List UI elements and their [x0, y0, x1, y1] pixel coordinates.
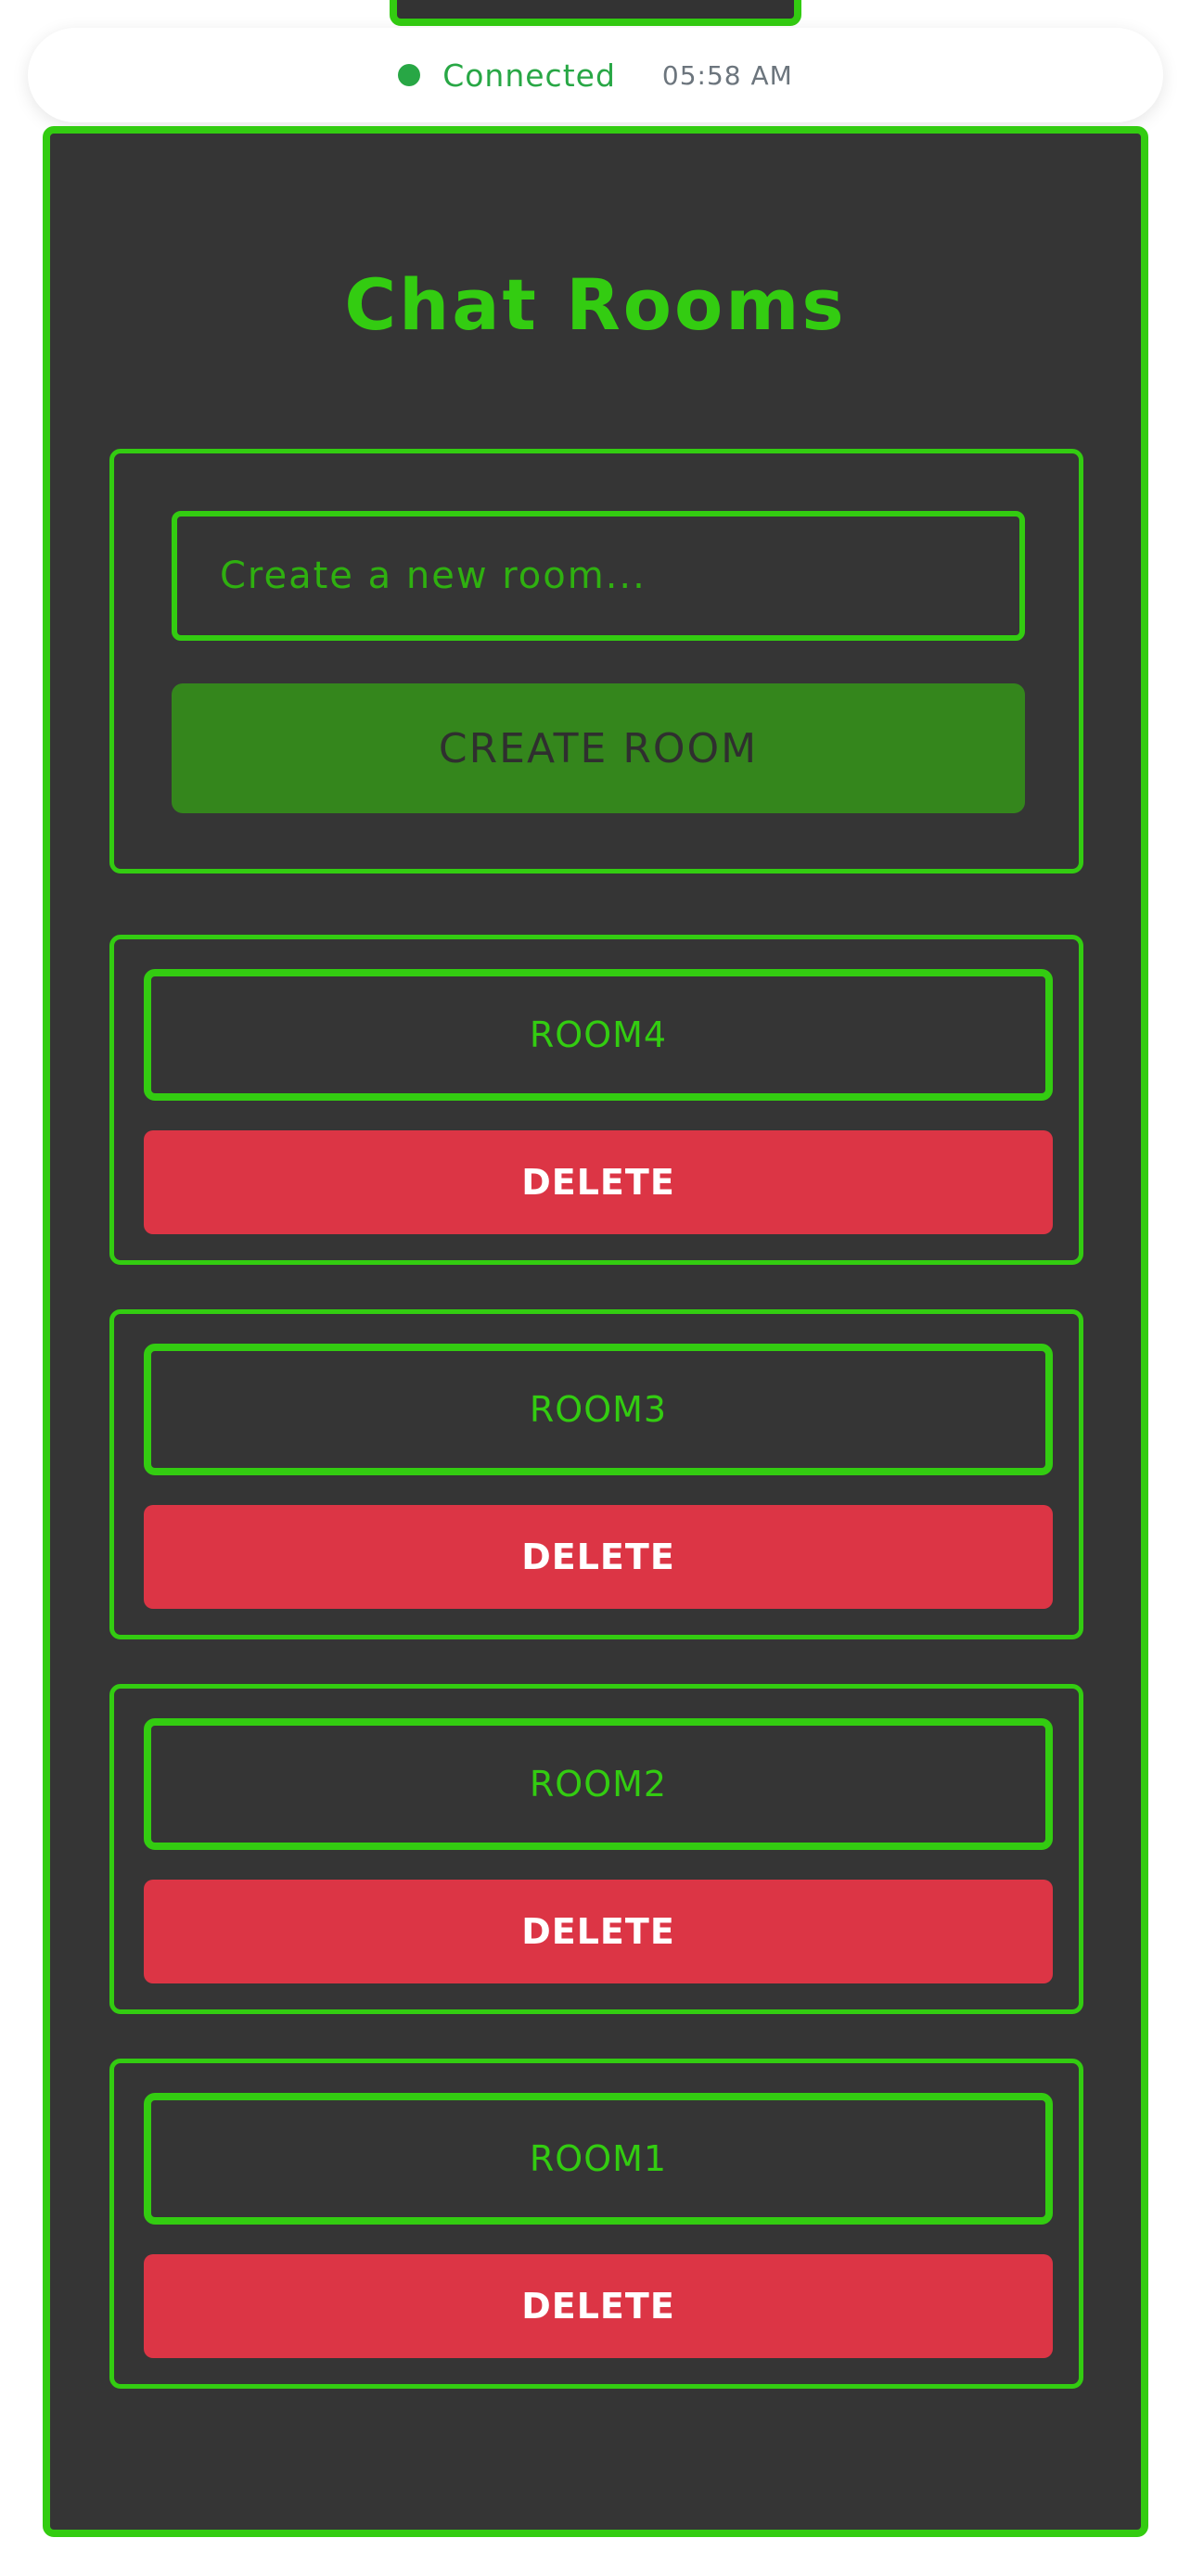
- page-title: Chat Rooms: [344, 263, 847, 346]
- delete-room-button[interactable]: DELETE: [144, 1880, 1053, 1983]
- delete-room-button[interactable]: DELETE: [144, 1505, 1053, 1609]
- create-room-button[interactable]: CREATE ROOM: [172, 683, 1025, 813]
- status-dot-icon: [398, 64, 421, 86]
- chat-rooms-panel: Chat Rooms CREATE ROOM ROOM4 DELETE ROOM…: [43, 126, 1148, 2537]
- room-name-button[interactable]: ROOM1: [144, 2093, 1053, 2225]
- top-tab-decoration: [390, 0, 801, 26]
- room-card: ROOM1 DELETE: [109, 2059, 1083, 2389]
- room-name-button[interactable]: ROOM2: [144, 1718, 1053, 1850]
- room-name-button[interactable]: ROOM4: [144, 969, 1053, 1101]
- create-room-card: CREATE ROOM: [109, 449, 1083, 874]
- room-card: ROOM2 DELETE: [109, 1684, 1083, 2014]
- delete-room-button[interactable]: DELETE: [144, 1130, 1053, 1234]
- delete-room-button[interactable]: DELETE: [144, 2254, 1053, 2358]
- room-card: ROOM3 DELETE: [109, 1309, 1083, 1639]
- connection-status-bar: Connected 05:58 AM: [28, 28, 1163, 122]
- status-time: 05:58 AM: [661, 59, 793, 91]
- room-card: ROOM4 DELETE: [109, 935, 1083, 1265]
- room-name-button[interactable]: ROOM3: [144, 1344, 1053, 1475]
- connection-status-text: Connected: [442, 57, 616, 94]
- new-room-input[interactable]: [172, 511, 1025, 641]
